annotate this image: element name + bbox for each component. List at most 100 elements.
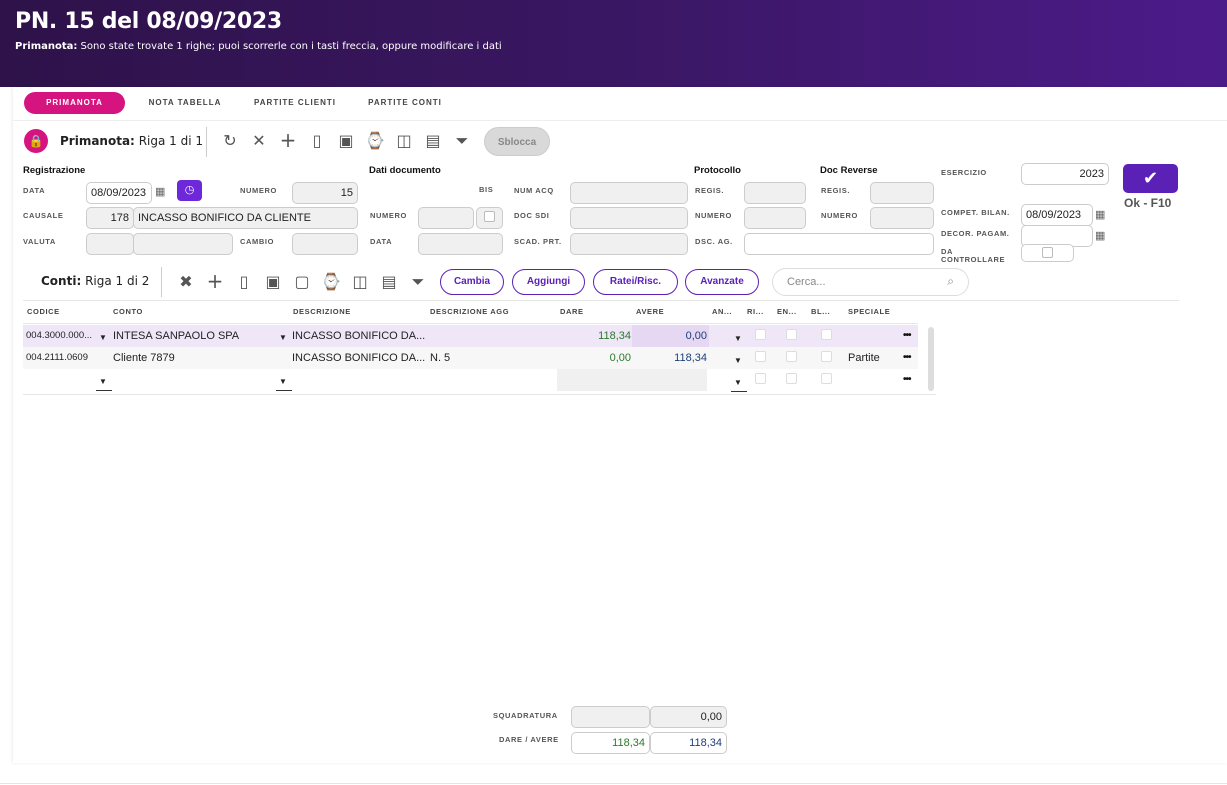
avanzate-button[interactable]: Avanzate [685, 269, 759, 295]
cambio-field[interactable] [292, 233, 358, 255]
row2-bl-checkbox[interactable] [821, 351, 832, 362]
data-field[interactable]: 08/09/2023 [86, 182, 152, 204]
col-speciale[interactable]: SPECIALE [848, 307, 890, 316]
compet-calendar-icon[interactable]: ▦ [1095, 208, 1105, 221]
conti-add-icon[interactable]: + [205, 271, 225, 291]
da-controllare-checkbox[interactable] [1042, 247, 1053, 258]
valuta-desc-field[interactable] [133, 233, 233, 255]
col-ri[interactable]: RI... [747, 307, 764, 316]
col-conto[interactable]: CONTO [113, 307, 143, 316]
compet-bilan-field[interactable]: 08/09/2023 [1021, 204, 1093, 226]
num-acq-field[interactable] [570, 182, 688, 204]
layout-icon[interactable]: ▤ [423, 132, 443, 150]
search-input[interactable]: Cerca... ⌕ [772, 268, 969, 296]
row2-speciale[interactable]: Partite [848, 347, 898, 369]
row2-avere[interactable]: 118,34 [636, 347, 707, 369]
col-en[interactable]: EN... [777, 307, 797, 316]
tab-nota-tabella[interactable]: NOTA TABELLA [140, 92, 230, 114]
row1-conto[interactable]: INTESA SANPAOLO SPA [113, 325, 278, 347]
watch-icon[interactable]: ⌚ [365, 132, 385, 150]
row1-ri-checkbox[interactable] [755, 329, 766, 340]
esercizio-field[interactable]: 2023 [1021, 163, 1109, 185]
book-icon[interactable]: ◫ [394, 132, 414, 150]
prot-numero-field[interactable] [744, 207, 806, 229]
lock-icon[interactable]: 🔒 [24, 129, 48, 153]
col-dare[interactable]: DARE [560, 307, 584, 316]
cambia-button[interactable]: Cambia [440, 269, 504, 295]
numero-field[interactable]: 15 [292, 182, 358, 204]
row3-codice-dropdown-icon[interactable]: ▼ [99, 377, 107, 386]
refresh-icon[interactable]: ↻ [220, 132, 240, 150]
row2-dare[interactable]: 0,00 [560, 347, 631, 369]
rev-numero-field[interactable] [870, 207, 934, 229]
close-icon[interactable]: ✕ [249, 132, 269, 150]
conti-layout-icon[interactable]: ▤ [379, 273, 399, 291]
grid-scrollbar[interactable] [928, 327, 934, 391]
row2-ri-checkbox[interactable] [755, 351, 766, 362]
save-icon[interactable]: ▣ [336, 132, 356, 150]
sblocca-button[interactable]: Sblocca [484, 127, 550, 156]
clipboard-icon[interactable]: ▯ [307, 132, 327, 150]
doc-numero-field[interactable] [418, 207, 474, 229]
row1-conto-dropdown-icon[interactable]: ▼ [279, 333, 287, 342]
clock-button[interactable]: ◷ [177, 180, 202, 201]
row2-conto[interactable]: Cliente 7879 [113, 347, 278, 369]
row2-codice[interactable]: 004.2111.0609 [26, 347, 98, 369]
row1-codice[interactable]: 004.3000.000... [26, 325, 96, 347]
causale-code-field[interactable]: 178 [86, 207, 134, 229]
conti-close-icon[interactable]: ✖ [176, 273, 196, 291]
row2-en-checkbox[interactable] [786, 351, 797, 362]
col-an[interactable]: AN... [712, 307, 732, 316]
valuta-code-field[interactable] [86, 233, 134, 255]
rev-regis-field[interactable] [870, 182, 934, 204]
conti-book-icon[interactable]: ◫ [350, 273, 370, 291]
conti-clipboard-icon[interactable]: ▯ [234, 273, 254, 291]
row3-bl-checkbox[interactable] [821, 373, 832, 384]
row3-an-dropdown-icon[interactable]: ▼ [734, 378, 742, 387]
col-codice[interactable]: CODICE [27, 307, 60, 316]
row3-conto-dropdown-icon[interactable]: ▼ [279, 377, 287, 386]
add-icon[interactable]: + [278, 130, 298, 150]
row1-en-checkbox[interactable] [786, 329, 797, 340]
ratei-risc-button[interactable]: Ratei/Risc. [593, 269, 678, 295]
tab-partite-conti[interactable]: PARTITE CONTI [360, 92, 450, 114]
conti-filter-icon[interactable]: ⏷ [408, 273, 428, 291]
table-row-new[interactable] [23, 369, 918, 391]
row3-more-icon[interactable]: ••• [903, 374, 911, 385]
row2-descrizione-agg[interactable]: N. 5 [430, 347, 555, 369]
calendar-icon[interactable]: ▦ [155, 185, 165, 198]
conti-document-icon[interactable]: ▢ [292, 273, 312, 291]
row1-dare[interactable]: 118,34 [560, 325, 631, 347]
ok-button[interactable]: ✔ [1123, 164, 1178, 193]
dsc-ag-field[interactable] [744, 233, 934, 255]
doc-sdi-field[interactable] [570, 207, 688, 229]
scad-prt-field[interactable] [570, 233, 688, 255]
row1-an-dropdown-icon[interactable]: ▼ [734, 334, 742, 343]
row3-ri-checkbox[interactable] [755, 373, 766, 384]
decor-calendar-icon[interactable]: ▦ [1095, 229, 1105, 242]
doc-data-field[interactable] [418, 233, 503, 255]
conti-save-icon[interactable]: ▣ [263, 273, 283, 291]
tab-partite-clienti[interactable]: PARTITE CLIENTI [245, 92, 345, 114]
aggiungi-button[interactable]: Aggiungi [512, 269, 585, 295]
col-bl[interactable]: BL... [811, 307, 830, 316]
conti-watch-icon[interactable]: ⌚ [321, 273, 341, 291]
row1-avere[interactable]: 0,00 [636, 325, 707, 347]
row2-an-dropdown-icon[interactable]: ▼ [734, 356, 742, 365]
col-avere[interactable]: AVERE [636, 307, 664, 316]
row1-bl-checkbox[interactable] [821, 329, 832, 340]
prot-regis-field[interactable] [744, 182, 806, 204]
tab-primanota[interactable]: PRIMANOTA [24, 92, 125, 114]
row1-codice-dropdown-icon[interactable]: ▼ [99, 333, 107, 342]
filter-icon[interactable]: ⏷ [452, 132, 472, 150]
bis-checkbox[interactable] [484, 211, 495, 222]
row1-descrizione[interactable]: INCASSO BONIFICO DA... [292, 325, 426, 347]
row2-descrizione[interactable]: INCASSO BONIFICO DA... [292, 347, 426, 369]
causale-desc-field[interactable]: INCASSO BONIFICO DA CLIENTE [133, 207, 358, 229]
conti-title: Conti: Riga 1 di 2 [41, 274, 149, 288]
row1-more-icon[interactable]: ••• [903, 330, 911, 341]
col-descrizione[interactable]: DESCRIZIONE [293, 307, 351, 316]
row2-more-icon[interactable]: ••• [903, 352, 911, 363]
col-descrizione-agg[interactable]: DESCRIZIONE AGG [430, 307, 509, 316]
row3-en-checkbox[interactable] [786, 373, 797, 384]
